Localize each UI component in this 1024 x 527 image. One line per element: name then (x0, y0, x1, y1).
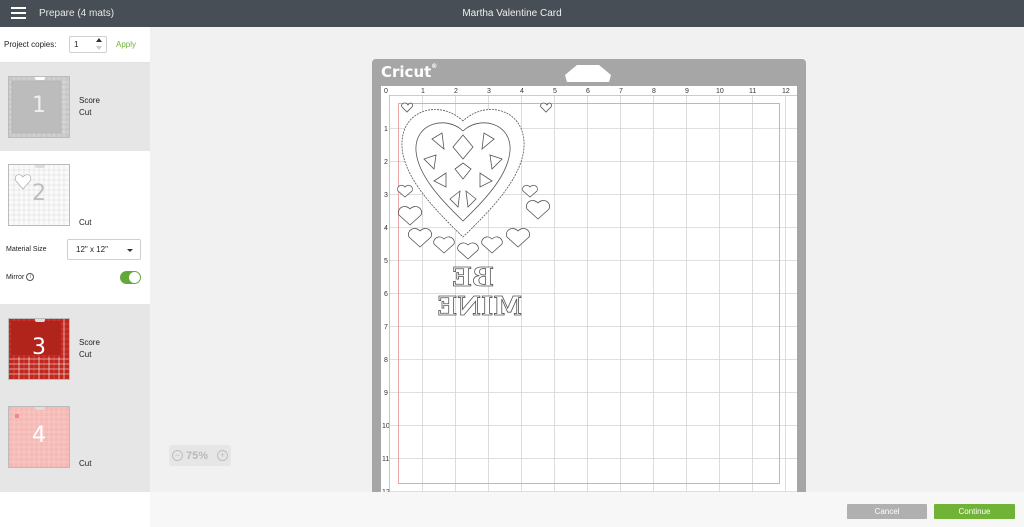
ruler-tick: 8 (384, 357, 388, 364)
project-copies-row: Project copies: 1 Apply (0, 27, 150, 63)
mat-operations: Cut (79, 217, 91, 229)
mat-op-label: Score (79, 338, 100, 347)
cancel-button[interactable]: Cancel (847, 504, 927, 519)
project-copies-input[interactable]: 1 (69, 36, 107, 53)
mat-number: 3 (32, 335, 46, 360)
ruler-tick: 4 (384, 225, 388, 232)
mat-thumbnail-2[interactable]: 2 (8, 164, 70, 226)
top-bar: Prepare (4 mats) Martha Valentine Card (0, 0, 1024, 27)
ruler-tick: 6 (384, 291, 388, 298)
ruler-tick: 8 (652, 88, 656, 95)
zoom-out-button[interactable]: − (172, 450, 183, 461)
ruler-tick: 3 (487, 88, 491, 95)
sidebar-footer (0, 492, 150, 527)
svg-text:BE: BE (452, 263, 494, 293)
ruler-tick: 3 (384, 192, 388, 199)
mat-number: 2 (32, 181, 46, 206)
mat-thumbnail-4[interactable]: 4 (8, 406, 70, 468)
stepper-up-icon[interactable] (96, 38, 102, 42)
material-size-select[interactable]: 12" x 12" (67, 239, 141, 260)
project-title: Martha Valentine Card (462, 8, 562, 19)
mat-thumbnail-1[interactable]: 1 (8, 76, 70, 138)
material-size-label: Material Size (6, 246, 47, 253)
mat-item-3[interactable]: 3 Score Cut (0, 304, 150, 394)
apply-button[interactable]: Apply (116, 40, 136, 49)
ruler-tick: 1 (421, 88, 425, 95)
mat-item-4[interactable]: 4 Cut (0, 394, 150, 492)
ruler-tick: 5 (384, 258, 388, 265)
material-size-value: 12" x 12" (76, 245, 108, 254)
mat-op-label: Cut (79, 218, 92, 227)
mat-tab (35, 165, 45, 168)
ruler-tick: 2 (384, 159, 388, 166)
ruler-tick: 9 (685, 88, 689, 95)
ruler-tick: 11 (749, 88, 756, 95)
mat-tab (35, 319, 45, 322)
mat-operations: Score Cut (79, 95, 100, 119)
mat-op-label: Score (79, 96, 100, 105)
mat-grid-area: 0 1 2 3 4 5 6 7 8 9 10 11 12 1 2 3 4 5 6… (381, 86, 797, 499)
mat-op-label: Cut (79, 459, 92, 468)
mat-number: 4 (32, 423, 46, 448)
mat-operations: Cut (79, 458, 91, 470)
mat-op-label: Cut (79, 108, 92, 117)
mat-op-label: Cut (79, 350, 92, 359)
ruler-tick: 9 (384, 390, 388, 397)
ruler-tick: 1 (384, 126, 388, 133)
ruler-tick: 0 (384, 88, 388, 95)
ruler-tick: 10 (716, 88, 724, 95)
stepper-down-icon[interactable] (96, 46, 102, 50)
copies-stepper[interactable] (96, 38, 103, 51)
mat-number: 1 (32, 93, 46, 118)
svg-text:MINE: MINE (437, 292, 522, 322)
ruler-tick: 7 (384, 324, 388, 331)
ruler-tick: 6 (586, 88, 590, 95)
ruler-tick: 2 (454, 88, 458, 95)
toggle-knob (129, 272, 140, 283)
zoom-control: − 75% + (169, 445, 231, 466)
ruler-tick: 7 (619, 88, 623, 95)
zoom-level: 75% (186, 450, 209, 462)
ruler-tick: 10 (382, 423, 390, 430)
mirror-toggle[interactable] (120, 271, 141, 284)
cutting-mat: Cricut® 0 1 2 3 4 5 6 7 8 9 10 11 12 1 2… (372, 59, 806, 499)
ruler-tick: 4 (520, 88, 524, 95)
mat-item-1[interactable]: 1 Score Cut (0, 63, 150, 151)
mirror-label: Mirror i (6, 273, 35, 281)
ruler-tick: 12 (782, 88, 790, 95)
mat-sidebar: Project copies: 1 Apply 1 Score Cut 2 Cu… (0, 27, 150, 527)
info-icon[interactable]: i (26, 273, 35, 281)
chevron-down-icon (127, 249, 133, 252)
project-copies-label: Project copies: (4, 40, 57, 49)
mat-operations: Score Cut (79, 337, 100, 361)
ruler-tick: 5 (553, 88, 557, 95)
mat-thumbnail-3[interactable]: 3 (8, 318, 70, 380)
project-copies-value: 1 (74, 40, 79, 49)
continue-button[interactable]: Continue (934, 504, 1015, 519)
mat-tab (35, 77, 45, 80)
ruler-tick: 11 (382, 456, 389, 463)
zoom-in-button[interactable]: + (217, 450, 228, 461)
mat-tab (35, 407, 45, 410)
